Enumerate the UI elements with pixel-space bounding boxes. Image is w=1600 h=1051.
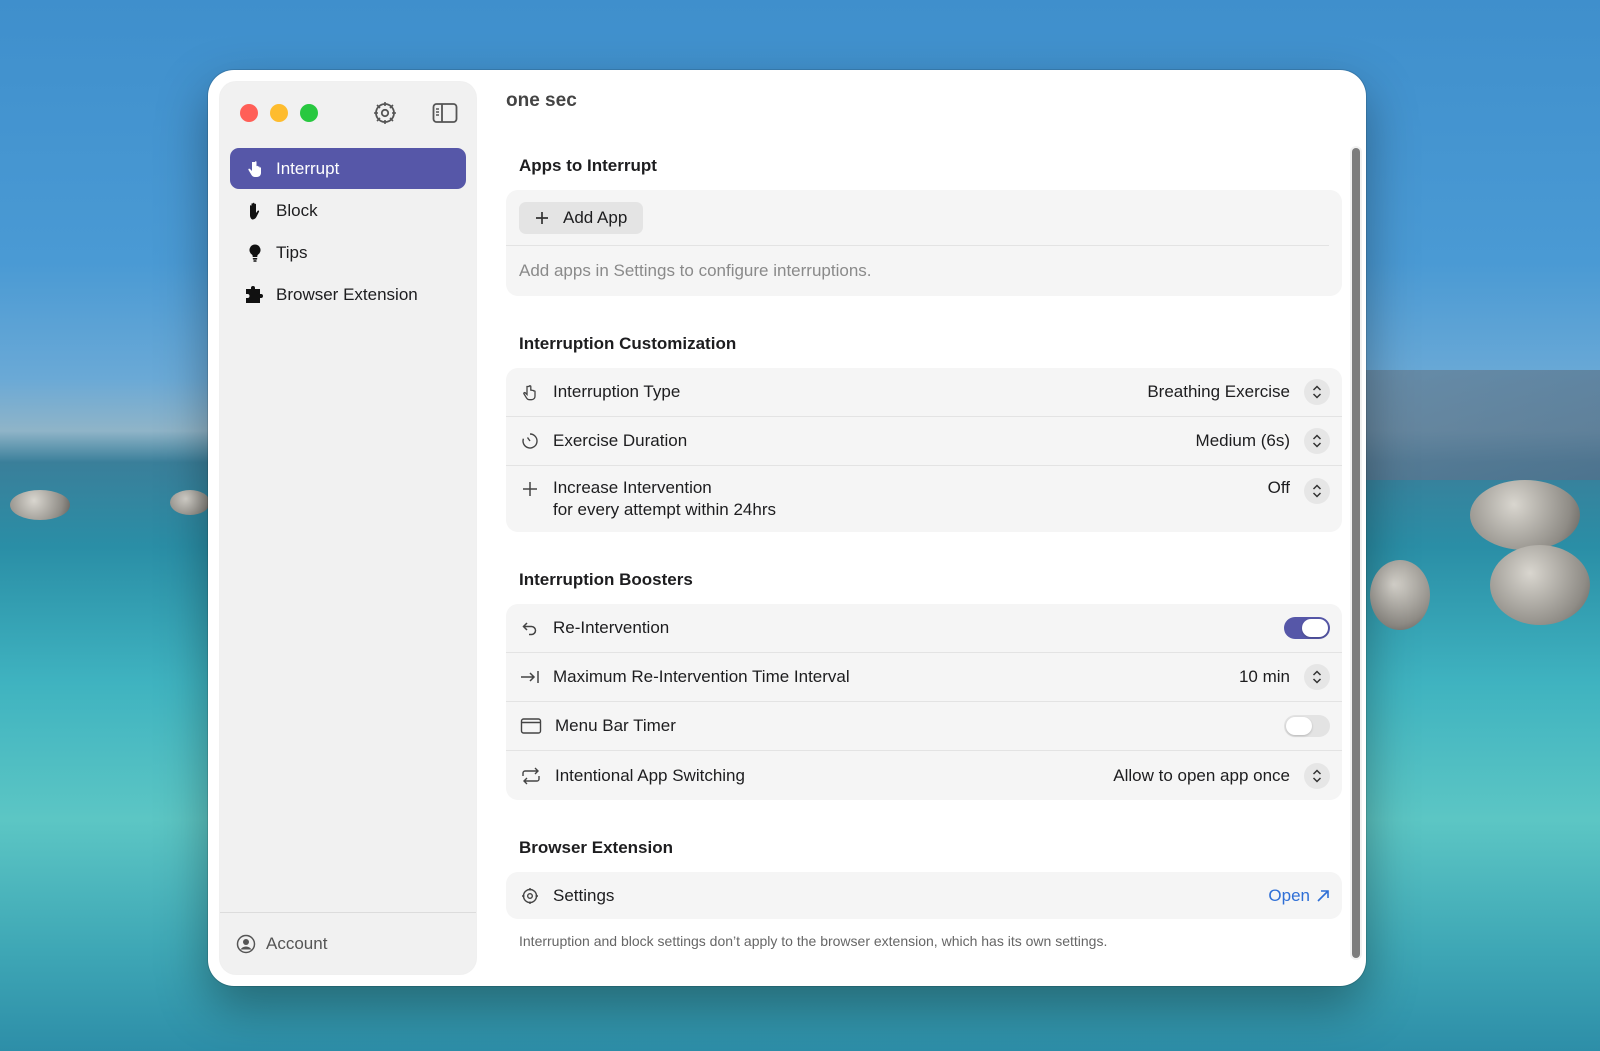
lightbulb-icon [244,242,266,264]
section-heading-boosters: Interruption Boosters [519,570,693,589]
exercise-duration-value[interactable]: Medium (6s) [1196,431,1290,451]
extension-settings-row: Settings Open [506,872,1342,919]
sidebar-item-tips[interactable]: Tips [230,232,466,273]
browser-extension-card: Settings Open [506,872,1342,919]
intentional-switching-value[interactable]: Allow to open app once [1113,766,1290,786]
main-content: Apps to Interrupt Add App Add apps in Se… [506,140,1342,949]
plus-icon [535,211,549,225]
menu-bar-timer-row: Menu Bar Timer [506,702,1342,751]
increase-intervention-stepper[interactable] [1304,478,1330,504]
extension-footnote: Interruption and block settings don’t ap… [519,933,1108,949]
re-intervention-label: Re-Intervention [553,618,670,637]
intentional-switching-row[interactable]: Intentional App Switching Allow to open … [506,751,1342,800]
gear-icon [519,885,541,907]
plus-icon [519,478,541,500]
sidebar-item-block[interactable]: Block [230,190,466,231]
sidebar-item-browser-extension[interactable]: Browser Extension [230,274,466,315]
extension-settings-label: Settings [553,885,615,905]
scrollbar-thumb[interactable] [1352,148,1360,958]
max-interval-stepper[interactable] [1304,664,1330,690]
menu-bar-timer-toggle[interactable] [1284,715,1330,737]
menu-bar-window-icon [519,715,543,737]
sidebar: Interrupt Block Tips Browser Extension A… [220,82,476,974]
section-heading-apps: Apps to Interrupt [519,156,657,175]
apps-hint-text: Add apps in Settings to configure interr… [519,261,872,280]
sidebar-item-label: Interrupt [276,158,340,178]
section-heading-customization: Interruption Customization [519,334,737,353]
sidebar-item-label: Tips [276,242,308,262]
person-circle-icon [236,934,256,954]
toggle-knob [1302,619,1328,637]
exercise-duration-stepper[interactable] [1304,428,1330,454]
hand-tap-icon [519,381,541,403]
close-window-button[interactable] [240,104,258,122]
increase-intervention-row[interactable]: Increase Intervention for every attempt … [506,466,1342,532]
app-window: Interrupt Block Tips Browser Extension A… [208,70,1366,986]
repeat-arrows-icon [519,765,543,787]
interruption-type-label: Interruption Type [553,382,681,401]
apps-card: Add App Add apps in Settings to configur… [506,190,1342,296]
background-rock [10,490,70,520]
minimize-window-button[interactable] [270,104,288,122]
zoom-window-button[interactable] [300,104,318,122]
sidebar-item-label: Block [276,200,318,220]
timer-icon [519,430,541,452]
settings-gear-icon[interactable] [372,101,398,125]
max-interval-value[interactable]: 10 min [1239,667,1290,687]
apps-hint-row: Add apps in Settings to configure interr… [506,246,1342,296]
re-intervention-toggle[interactable] [1284,617,1330,639]
hand-pointer-icon [244,158,266,180]
background-rock [1470,480,1580,550]
open-extension-settings-link[interactable]: Open [1268,886,1330,906]
puzzle-piece-icon [244,284,266,306]
arrow-uturn-left-icon [519,617,541,639]
arrow-up-right-icon [1316,889,1330,903]
increase-intervention-value[interactable]: Off [1268,478,1290,498]
exercise-duration-label: Exercise Duration [553,431,688,450]
customization-card: Interruption Type Breathing Exercise Exe… [506,368,1342,532]
max-interval-label: Maximum Re-Intervention Time Interval [553,667,850,686]
increase-intervention-sublabel: for every attempt within 24hrs [553,500,776,519]
open-link-label: Open [1268,885,1310,905]
account-label: Account [266,933,328,953]
sidebar-item-label: Browser Extension [276,284,418,304]
account-button[interactable]: Account [220,912,476,974]
increase-intervention-label-group: Increase Intervention for every attempt … [553,478,1268,520]
sidebar-item-interrupt[interactable]: Interrupt [230,148,466,189]
intentional-switching-stepper[interactable] [1304,762,1330,789]
add-app-row: Add App [506,190,1329,246]
background-rock [1490,545,1590,625]
interruption-type-row[interactable]: Interruption Type Breathing Exercise [506,368,1342,417]
max-interval-row[interactable]: Maximum Re-Intervention Time Interval 10… [506,653,1342,702]
sidebar-nav: Interrupt Block Tips Browser Extension [230,148,466,316]
interruption-type-value[interactable]: Breathing Exercise [1147,382,1290,402]
toggle-knob [1286,717,1312,735]
boosters-card: Re-Intervention Maximum Re-Intervention … [506,604,1342,800]
interruption-type-stepper[interactable] [1304,379,1330,405]
increase-intervention-label: Increase Intervention [553,478,712,497]
hand-raised-icon [244,200,266,222]
arrow-right-to-line-icon [519,666,541,688]
add-app-label: Add App [563,207,628,227]
background-rock [170,490,210,515]
exercise-duration-row[interactable]: Exercise Duration Medium (6s) [506,417,1342,466]
vertical-scrollbar[interactable] [1350,146,1362,960]
sidebar-toggle-icon[interactable] [432,101,458,125]
menu-bar-timer-label: Menu Bar Timer [555,716,676,735]
add-app-button[interactable]: Add App [519,201,644,234]
section-heading-browser-extension: Browser Extension [519,838,673,857]
re-intervention-row: Re-Intervention [506,604,1342,653]
background-rock [1370,560,1430,630]
intentional-switching-label: Intentional App Switching [555,765,745,785]
window-title: one sec [506,90,577,111]
